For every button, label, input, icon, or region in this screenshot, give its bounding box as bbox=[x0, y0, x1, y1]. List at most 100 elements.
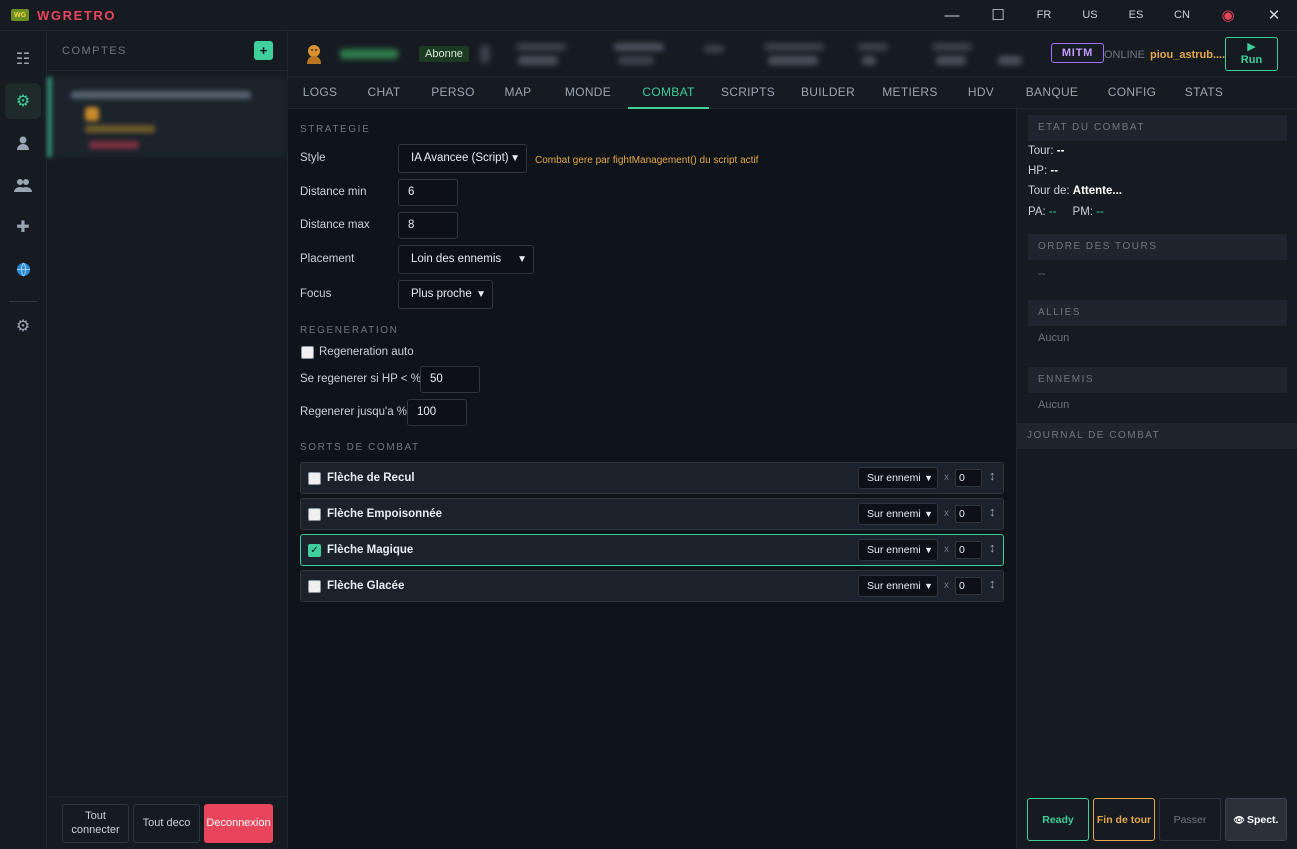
focus-label: Focus bbox=[300, 288, 332, 300]
tab-hdv[interactable]: HDV bbox=[963, 77, 999, 109]
end-turn-button[interactable]: Fin de tour bbox=[1093, 798, 1155, 841]
stat-blur-12 bbox=[936, 56, 966, 65]
chevron-down-icon: ▼ bbox=[510, 153, 520, 164]
lang-cn-button[interactable]: CN bbox=[1159, 0, 1205, 31]
run-label: Run bbox=[1240, 54, 1263, 66]
character-header: Abonne MITM ONLINE piou_astrub.... ▶ Run bbox=[288, 31, 1297, 77]
spell-checkbox[interactable] bbox=[308, 472, 321, 485]
account-name-blur bbox=[71, 91, 251, 99]
gear-icon[interactable]: ⚙ bbox=[5, 83, 41, 119]
distance-min-input[interactable]: 6 bbox=[398, 179, 458, 206]
spell-target-select[interactable]: Sur ennemi ▼ bbox=[858, 503, 938, 525]
ready-button[interactable]: Ready bbox=[1027, 798, 1089, 841]
lang-es-button[interactable]: ES bbox=[1113, 0, 1159, 31]
disconnect-all-button[interactable]: Tout deco bbox=[133, 803, 200, 843]
tab-config[interactable]: CONFIG bbox=[1103, 77, 1161, 109]
spell-count-input[interactable]: 0 bbox=[955, 469, 982, 487]
minimize-icon[interactable]: — bbox=[929, 0, 975, 31]
tab-metiers[interactable]: METIERS bbox=[879, 77, 941, 109]
mitm-badge[interactable]: MITM bbox=[1051, 43, 1104, 63]
add-account-button[interactable]: + bbox=[254, 41, 273, 60]
spell-target-select[interactable]: Sur ennemi ▼ bbox=[858, 575, 938, 597]
spell-row[interactable]: Flèche Glacée Sur ennemi ▼ x 0 ↕ bbox=[300, 570, 1004, 602]
tab-chat[interactable]: CHAT bbox=[359, 77, 409, 109]
logout-button[interactable]: Deconnexion bbox=[204, 803, 273, 843]
spell-count-input[interactable]: 0 bbox=[955, 505, 982, 523]
stat-blur-4 bbox=[614, 43, 664, 51]
spectate-button[interactable]: 👁 Spect. bbox=[1225, 798, 1287, 841]
focus-select[interactable]: Plus proche ▼ bbox=[398, 280, 493, 309]
spell-row[interactable]: Flèche de Recul Sur ennemi ▼ x 0 ↕ bbox=[300, 462, 1004, 494]
settings-icon[interactable]: ⚙ bbox=[5, 308, 41, 344]
list-icon[interactable]: ☷ bbox=[5, 41, 41, 77]
run-button[interactable]: ▶ Run bbox=[1225, 37, 1278, 71]
close-icon[interactable]: ✕ bbox=[1251, 0, 1297, 31]
tab-logs[interactable]: LOGS bbox=[295, 77, 345, 109]
pa-pm-row: PA: -- PM: -- bbox=[1028, 206, 1104, 218]
spell-row[interactable]: Flèche Empoisonnée Sur ennemi ▼ x 0 ↕ bbox=[300, 498, 1004, 530]
chevron-down-icon: ▼ bbox=[517, 254, 527, 265]
lang-us-button[interactable]: US bbox=[1067, 0, 1113, 31]
drag-handle-icon[interactable]: ↕ bbox=[989, 504, 996, 519]
hp-label: HP: bbox=[1028, 165, 1048, 177]
tab-bar: LOGS CHAT PERSO MAP MONDE COMBAT SCRIPTS… bbox=[288, 77, 1297, 109]
tab-builder[interactable]: BUILDER bbox=[797, 77, 859, 109]
distance-max-input[interactable]: 8 bbox=[398, 212, 458, 239]
main-area: Abonne MITM ONLINE piou_astrub.... ▶ Run… bbox=[288, 31, 1297, 849]
style-select-value: IA Avancee (Script) bbox=[411, 152, 509, 164]
spell-target-select[interactable]: Sur ennemi ▼ bbox=[858, 539, 938, 561]
plus-icon[interactable]: ✚ bbox=[5, 209, 41, 245]
tab-scripts[interactable]: SCRIPTS bbox=[718, 77, 778, 109]
tab-map[interactable]: MAP bbox=[496, 77, 540, 109]
regen-hp-below-input[interactable]: 50 bbox=[420, 366, 480, 393]
spell-count-input[interactable]: 0 bbox=[955, 541, 982, 559]
stat-blur-10 bbox=[862, 56, 876, 65]
stat-blur-13 bbox=[998, 56, 1022, 65]
spell-row[interactable]: ✓ Flèche Magique Sur ennemi ▼ x 0 ↕ bbox=[300, 534, 1004, 566]
stat-blur-1 bbox=[480, 45, 490, 63]
chevron-down-icon: ▼ bbox=[924, 545, 933, 555]
user-icon[interactable] bbox=[5, 125, 41, 161]
turn-order-value: -- bbox=[1038, 268, 1046, 280]
regen-until-input[interactable]: 100 bbox=[407, 399, 467, 426]
placement-select[interactable]: Loin des ennemis ▼ bbox=[398, 245, 534, 274]
style-label: Style bbox=[300, 152, 326, 164]
spell-checkbox[interactable] bbox=[308, 580, 321, 593]
rail-divider bbox=[9, 301, 37, 302]
regen-auto-checkbox[interactable] bbox=[301, 346, 314, 359]
tab-perso[interactable]: PERSO bbox=[426, 77, 480, 109]
spell-multiplier: x bbox=[944, 544, 949, 555]
spectate-label: Spect. bbox=[1246, 813, 1279, 826]
users-icon[interactable] bbox=[5, 167, 41, 203]
stat-blur-2 bbox=[516, 43, 566, 51]
connect-all-button[interactable]: Tout connecter bbox=[62, 803, 129, 843]
drag-handle-icon[interactable]: ↕ bbox=[989, 540, 996, 555]
tab-combat[interactable]: COMBAT bbox=[628, 77, 709, 109]
maximize-icon[interactable]: ☐ bbox=[975, 0, 1021, 31]
eye-icon[interactable]: ◉ bbox=[1205, 0, 1251, 31]
chevron-down-icon: ▼ bbox=[924, 473, 933, 483]
drag-handle-icon[interactable]: ↕ bbox=[989, 468, 996, 483]
spell-checkbox[interactable]: ✓ bbox=[308, 544, 321, 557]
lang-fr-button[interactable]: FR bbox=[1021, 0, 1067, 31]
spell-count-input[interactable]: 0 bbox=[955, 577, 982, 595]
spell-checkbox[interactable] bbox=[308, 508, 321, 521]
window-controls: — ☐ FR US ES CN ◉ ✕ bbox=[929, 0, 1297, 31]
tab-monde[interactable]: MONDE bbox=[559, 77, 617, 109]
spell-target-select[interactable]: Sur ennemi ▼ bbox=[858, 467, 938, 489]
stat-blur-9 bbox=[858, 43, 888, 51]
regen-auto-label: Regeneration auto bbox=[319, 346, 414, 358]
style-hint: Combat gere par fightManagement() du scr… bbox=[535, 155, 759, 166]
account-list-item[interactable] bbox=[48, 77, 287, 157]
style-select[interactable]: IA Avancee (Script) ▼ bbox=[398, 144, 527, 173]
globe-icon[interactable] bbox=[5, 251, 41, 287]
drag-handle-icon[interactable]: ↕ bbox=[989, 576, 996, 591]
tab-banque[interactable]: BANQUE bbox=[1022, 77, 1082, 109]
regen-until-label: Regenerer jusqu'a % bbox=[300, 406, 408, 418]
stat-blur-7 bbox=[764, 43, 824, 51]
tab-stats[interactable]: STATS bbox=[1181, 77, 1227, 109]
left-rail: ☷ ⚙ ✚ ⚙ bbox=[0, 31, 47, 849]
enemies-title: ENNEMIS bbox=[1028, 367, 1287, 393]
pass-button[interactable]: Passer bbox=[1159, 798, 1221, 841]
spell-target-value: Sur ennemi bbox=[867, 544, 921, 556]
